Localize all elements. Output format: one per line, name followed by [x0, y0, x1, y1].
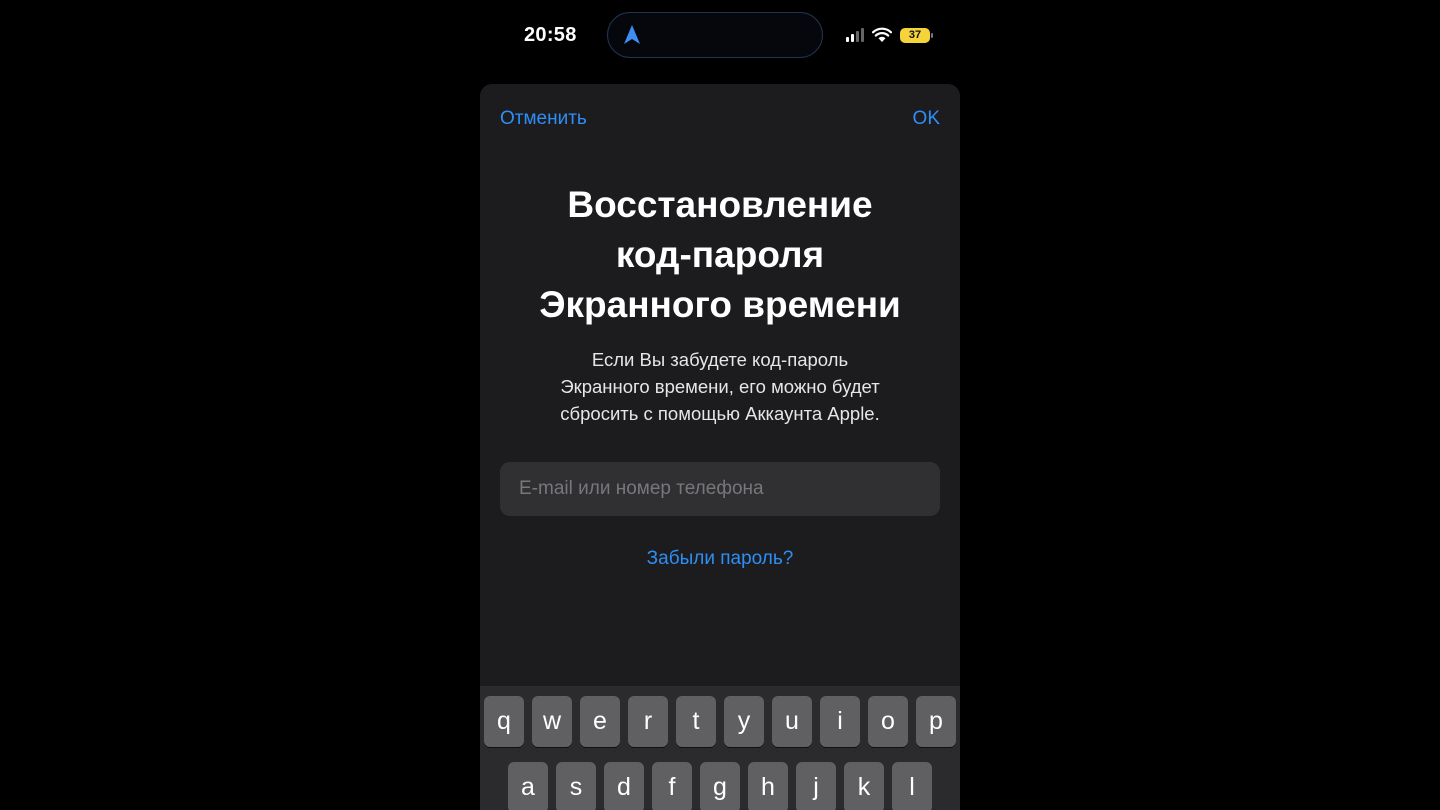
- status-icons: 37: [846, 24, 933, 46]
- key-p[interactable]: p: [916, 696, 956, 747]
- key-t[interactable]: t: [676, 696, 716, 747]
- key-y[interactable]: y: [724, 696, 764, 747]
- key-h[interactable]: h: [748, 762, 788, 810]
- description-text: Если Вы забудете код-пароль Экранного вр…: [520, 346, 920, 427]
- description-line: Если Вы забудете код-пароль: [591, 349, 849, 370]
- keyboard: q w e r t y u i o p a s d f g h j k l: [480, 686, 960, 810]
- key-e[interactable]: e: [580, 696, 620, 747]
- forgot-password-link[interactable]: Забыли пароль?: [480, 548, 960, 570]
- dynamic-island: [607, 12, 823, 58]
- key-s[interactable]: s: [556, 762, 596, 810]
- key-w[interactable]: w: [532, 696, 572, 747]
- key-j[interactable]: j: [796, 762, 836, 810]
- key-f[interactable]: f: [652, 762, 692, 810]
- email-or-phone-input[interactable]: [500, 462, 940, 516]
- description-line: сбросить с помощью Аккаунта Apple.: [560, 403, 880, 424]
- battery-icon: 37: [900, 27, 933, 43]
- key-r[interactable]: r: [628, 696, 668, 747]
- key-q[interactable]: q: [484, 696, 524, 747]
- location-arrow-icon: [624, 25, 640, 44]
- key-o[interactable]: o: [868, 696, 908, 747]
- key-d[interactable]: d: [604, 762, 644, 810]
- status-bar: 20:58 37: [480, 0, 960, 72]
- phone-screen: 20:58 37 Отменить OK Восстановление код-…: [480, 0, 960, 810]
- cellular-signal-icon: [846, 28, 864, 42]
- ok-button[interactable]: OK: [913, 108, 940, 130]
- wifi-icon: [872, 27, 892, 42]
- key-a[interactable]: a: [508, 762, 548, 810]
- key-g[interactable]: g: [700, 762, 740, 810]
- description-line: Экранного времени, его можно будет: [560, 376, 880, 397]
- title-line: Экранного времени: [539, 284, 901, 325]
- key-l[interactable]: l: [892, 762, 932, 810]
- key-i[interactable]: i: [820, 696, 860, 747]
- status-time: 20:58: [524, 24, 577, 46]
- title-line: Восстановление: [567, 184, 873, 225]
- page-title: Восстановление код-пароля Экранного врем…: [500, 180, 940, 330]
- key-u[interactable]: u: [772, 696, 812, 747]
- cancel-button[interactable]: Отменить: [500, 108, 587, 130]
- title-line: код-пароля: [615, 234, 825, 275]
- key-k[interactable]: k: [844, 762, 884, 810]
